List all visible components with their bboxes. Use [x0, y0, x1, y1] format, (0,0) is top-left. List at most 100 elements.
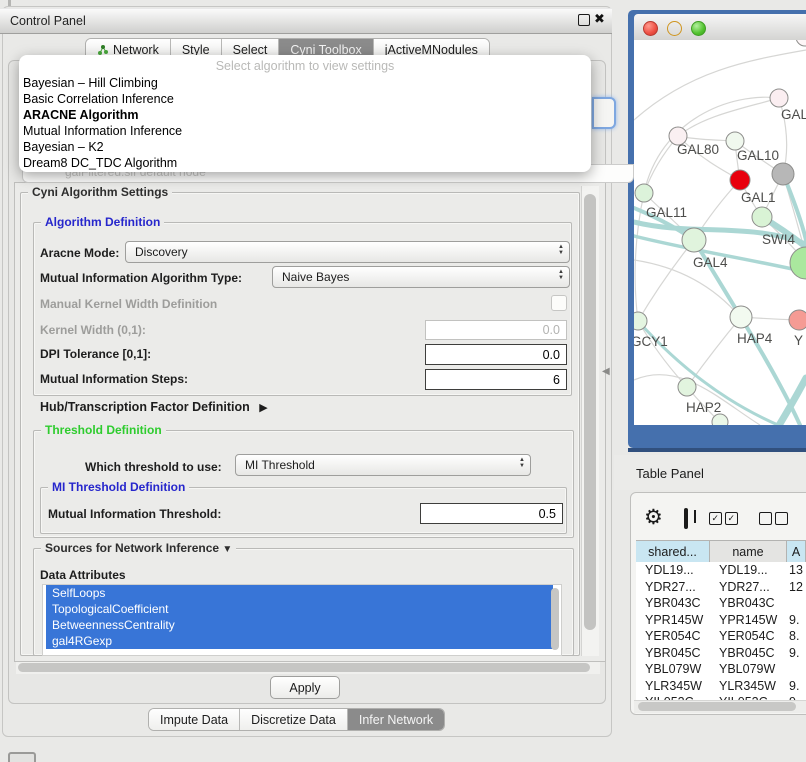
spinner-arrows-icon: ▲▼: [558, 270, 564, 281]
network-node-swi4[interactable]: [790, 247, 806, 279]
which-threshold-combobox[interactable]: MI Threshold ▲▼: [235, 454, 531, 476]
data-attributes-list[interactable]: SelfLoopsTopologicalCoefficientBetweenne…: [42, 584, 562, 656]
sources-group-title[interactable]: Sources for Network Inference ▼: [41, 542, 236, 556]
network-node[interactable]: [796, 40, 806, 46]
mi-steps-input[interactable]: 6: [425, 369, 567, 390]
aracne-mode-combobox[interactable]: Discovery ▲▼: [125, 241, 570, 263]
kernel-width-value: 0.0: [543, 323, 560, 337]
column-header-name[interactable]: name: [710, 541, 787, 563]
table-cell: YBL079W: [710, 662, 787, 676]
algorithm-definition-title: Algorithm Definition: [41, 216, 164, 228]
network-node-hap2[interactable]: [678, 378, 696, 396]
panel-divider-handle[interactable]: ◀: [602, 366, 610, 377]
table-cell: YBL079W: [636, 662, 710, 676]
manual-kernel-width-checkbox[interactable]: [551, 295, 567, 311]
network-node[interactable]: [712, 414, 728, 425]
hub-definition-toggle[interactable]: Hub/Transcription Factor Definition ▶: [40, 400, 268, 414]
table-panel-title: Table Panel: [636, 466, 704, 481]
bottom-tab-discretize-data[interactable]: Discretize Data: [240, 709, 348, 730]
settings-horizontal-scrollbar[interactable]: [16, 662, 600, 674]
table-row[interactable]: YBR045CYBR045C9.: [636, 645, 806, 662]
bottom-tab-impute-data[interactable]: Impute Data: [149, 709, 240, 730]
mi-threshold-group-title: MI Threshold Definition: [48, 481, 189, 493]
attribute-item-gal4rgexp[interactable]: gal4RGexp: [46, 633, 553, 649]
table-row[interactable]: YBR043CYBR043C: [636, 595, 806, 612]
table-cell: 12: [787, 580, 806, 594]
network-node-gcy1[interactable]: [634, 312, 647, 330]
minimize-traffic-light-icon[interactable]: [667, 21, 682, 36]
kernel-width-label: Kernel Width (0,1):: [40, 323, 146, 337]
table-cell: YBR043C: [636, 596, 710, 610]
table-cell: YBR045C: [710, 646, 787, 660]
column-layout-icon[interactable]: [684, 508, 688, 529]
dropdown-item-aracne-algorithm[interactable]: ARACNE Algorithm: [19, 107, 591, 123]
dpi-tolerance-input[interactable]: 0.0: [425, 344, 567, 365]
network-canvas[interactable]: GALGAL80GAL10GAL1GAL11GAL4SWI4GCY1HAP4YH…: [634, 40, 806, 425]
network-node[interactable]: [730, 170, 750, 190]
table-cell: 13: [787, 563, 806, 577]
kernel-width-input[interactable]: 0.0: [425, 320, 567, 340]
column-header-a[interactable]: A: [787, 541, 806, 563]
network-node-label: GCY1: [634, 334, 668, 349]
table-horizontal-scrollbar[interactable]: [634, 700, 806, 713]
close-traffic-light-icon[interactable]: [643, 21, 658, 36]
table-row[interactable]: YPR145WYPR145W9.: [636, 612, 806, 629]
minimized-panel-icon[interactable]: [8, 752, 36, 762]
network-node-gal1[interactable]: [752, 207, 772, 227]
mi-threshold-value: 0.5: [539, 507, 556, 521]
dropdown-item-dream8-dc-tdc-algorithm[interactable]: Dream8 DC_TDC Algorithm: [19, 155, 591, 171]
network-window-titlebar[interactable]: [634, 14, 806, 41]
spinner-arrows-icon: ▲▼: [519, 458, 525, 469]
select-all-checkboxes-icon[interactable]: ✓✓: [709, 512, 738, 525]
float-window-icon[interactable]: [578, 14, 590, 26]
scrollbar-thumb[interactable]: [638, 702, 796, 711]
table-row[interactable]: YDL19...YDL19...13: [636, 562, 806, 579]
table-row[interactable]: YDR27...YDR27...12: [636, 579, 806, 596]
attribute-item-selfloops[interactable]: SelfLoops: [46, 585, 553, 601]
bottom-tab-bar: Impute Data Discretize DataInfer Network: [148, 708, 445, 731]
mi-algorithm-type-combobox[interactable]: Naive Bayes ▲▼: [272, 266, 570, 288]
aracne-mode-label: Aracne Mode:: [40, 246, 119, 260]
gear-icon[interactable]: ⚙: [644, 508, 663, 528]
deselect-all-checkboxes-icon[interactable]: [759, 512, 788, 525]
table-row[interactable]: YER054CYER054C8.: [636, 628, 806, 645]
close-icon[interactable]: ✖: [594, 11, 605, 27]
mi-steps-value: 6: [553, 373, 560, 387]
manual-kernel-width-label: Manual Kernel Width Definition: [40, 297, 217, 311]
table-row[interactable]: YBL079WYBL079W: [636, 661, 806, 678]
mi-threshold-input[interactable]: 0.5: [420, 503, 563, 524]
bottom-tab-infer-network[interactable]: Infer Network: [348, 709, 444, 730]
network-node-y[interactable]: [789, 310, 806, 330]
table-cell: YDR27...: [636, 580, 710, 594]
dropdown-item-mutual-information-inference[interactable]: Mutual Information Inference: [19, 123, 591, 139]
tab-label: Impute Data: [160, 713, 228, 727]
dropdown-item-bayesian-hill-climbing[interactable]: Bayesian – Hill Climbing: [19, 75, 591, 91]
network-node-hap4[interactable]: [730, 306, 752, 328]
network-node-gal11[interactable]: [635, 184, 653, 202]
network-node-label: GAL4: [693, 255, 728, 270]
table-cell: YBR043C: [710, 596, 787, 610]
network-node-gal4[interactable]: [682, 228, 706, 252]
mi-algorithm-type-value: Naive Bayes: [282, 270, 349, 284]
panel-title: Control Panel: [10, 14, 86, 28]
column-header-shared[interactable]: shared...: [636, 541, 710, 563]
table-cell: YPR145W: [636, 613, 710, 627]
network-node-label: HAP2: [686, 400, 721, 415]
dropdown-item-basic-correlation-inference[interactable]: Basic Correlation Inference: [19, 91, 591, 107]
scrollbar-thumb[interactable]: [584, 194, 596, 630]
table-cell: YDL19...: [636, 563, 710, 577]
attribute-item-topologicalcoefficient[interactable]: TopologicalCoefficient: [46, 601, 553, 617]
dropdown-item-bayesian-k2[interactable]: Bayesian – K2: [19, 139, 591, 155]
list-scrollbar[interactable]: [551, 588, 559, 650]
scrollbar-thumb[interactable]: [18, 663, 590, 672]
table-row[interactable]: YLR345WYLR345W9.: [636, 678, 806, 695]
apply-button[interactable]: Apply: [270, 676, 340, 699]
mi-threshold-label: Mutual Information Threshold:: [48, 507, 221, 521]
table-cell: 9.: [787, 679, 806, 693]
zoom-traffic-light-icon[interactable]: [691, 21, 706, 36]
attribute-item-betweennesscentrality[interactable]: BetweennessCentrality: [46, 617, 553, 633]
sources-title-text: Sources for Network Inference: [45, 541, 219, 555]
settings-vertical-scrollbar[interactable]: [581, 186, 599, 656]
network-node[interactable]: [772, 163, 794, 185]
network-node-gal[interactable]: [770, 89, 788, 107]
